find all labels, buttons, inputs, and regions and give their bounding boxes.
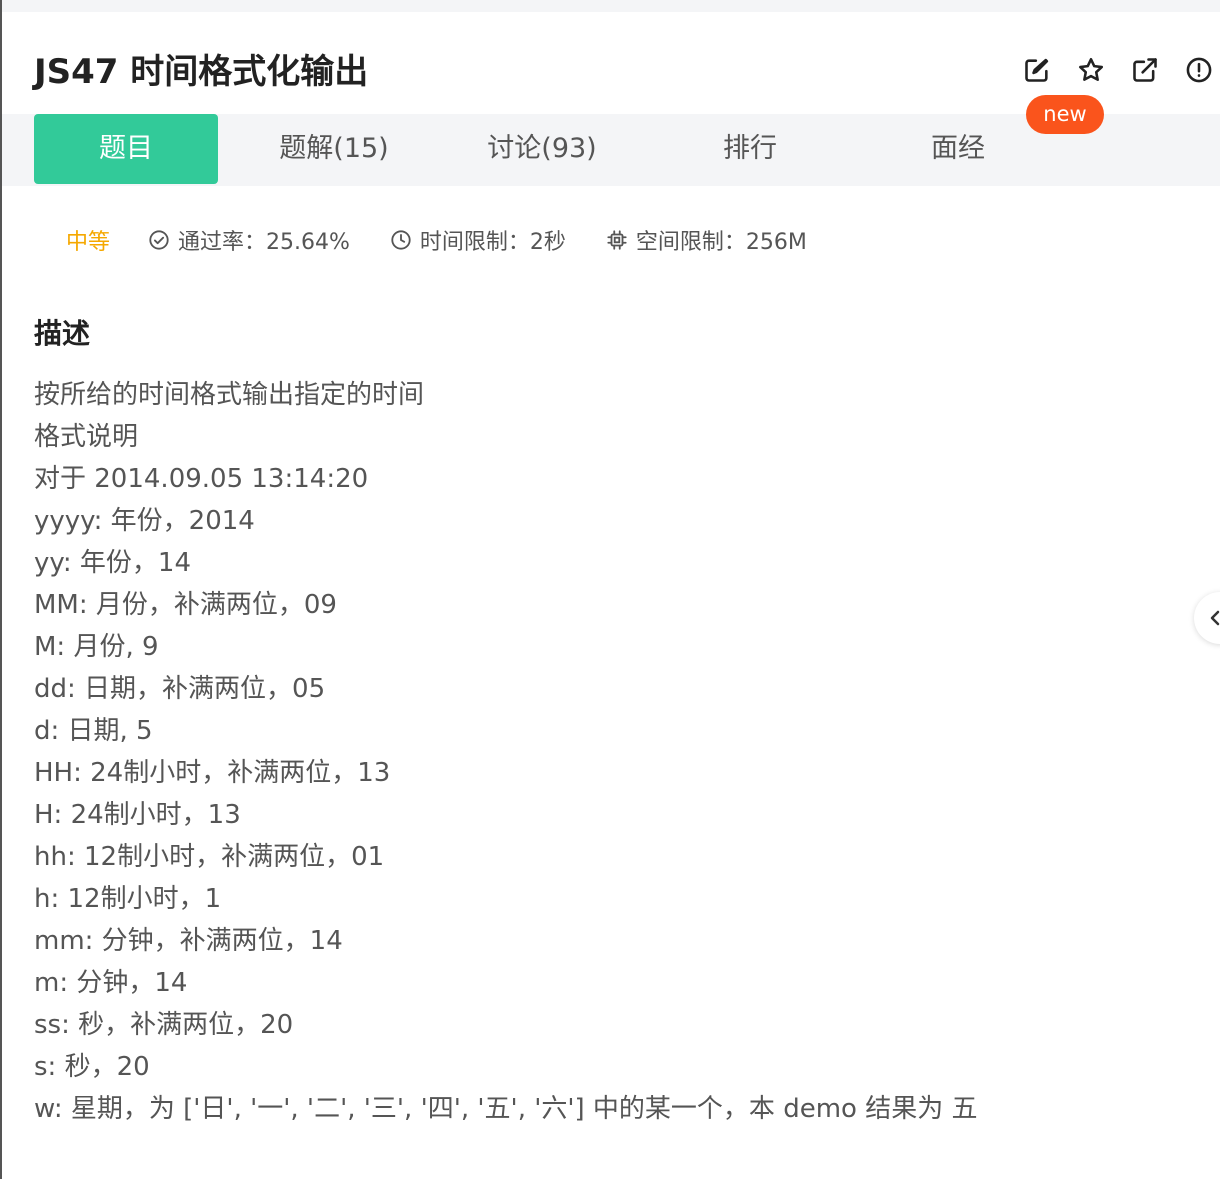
- description-line: yy: 年份，14: [34, 548, 191, 578]
- description-line: 按所给的时间格式输出指定的时间: [34, 380, 425, 410]
- difficulty-label: 中等: [66, 230, 111, 255]
- description-line: m: 分钟，14: [34, 968, 188, 998]
- description-line: HH: 24制小时，补满两位，13: [34, 758, 391, 788]
- description-line: H: 24制小时，13: [34, 800, 241, 830]
- description-line: 格式说明: [34, 422, 139, 452]
- problem-meta: 中等 通过率：25.64% 时间限制：2秒 空间限制：256M: [66, 222, 847, 258]
- description-line: dd: 日期，补满两位，05: [34, 674, 326, 704]
- time-limit-text: 时间限制：2秒: [419, 230, 566, 255]
- description-body: 按所给的时间格式输出指定的时间 格式说明 对于 2014.09.05 13:14…: [34, 374, 1184, 1130]
- new-badge: new: [1026, 95, 1104, 134]
- pass-rate: 通过率：25.64%: [148, 224, 350, 256]
- tab-interview[interactable]: 面经: [866, 114, 1050, 184]
- description-line: ss: 秒，补满两位，20: [34, 1010, 294, 1040]
- report-icon[interactable]: [1183, 54, 1215, 86]
- tab-discussion[interactable]: 讨论(93): [450, 114, 634, 184]
- description-heading: 描述: [34, 317, 91, 350]
- description-line: MM: 月份，补满两位，09: [34, 590, 337, 620]
- description-line: s: 秒，20: [34, 1052, 150, 1082]
- description-line: 对于 2014.09.05 13:14:20: [34, 464, 369, 494]
- clock-icon: [391, 230, 411, 250]
- memory-limit-text: 空间限制：256M: [635, 230, 807, 255]
- collapse-panel-handle[interactable]: [1194, 592, 1220, 644]
- chip-icon: [607, 230, 627, 250]
- chevron-left-icon: [1210, 610, 1220, 626]
- top-strip: [2, 0, 1220, 12]
- tab-problem[interactable]: 题目: [34, 114, 218, 184]
- tab-solutions[interactable]: 题解(15): [242, 114, 426, 184]
- problem-title: JS47 时间格式化输出: [34, 52, 369, 92]
- tab-ranking[interactable]: 排行: [658, 114, 842, 184]
- pass-rate-text: 通过率：25.64%: [178, 230, 350, 255]
- description-line: M: 月份, 9: [34, 632, 159, 662]
- time-limit: 时间限制：2秒: [390, 224, 566, 256]
- description-line: h: 12制小时，1: [34, 884, 222, 914]
- description-line: d: 日期, 5: [34, 716, 153, 746]
- check-circle-icon: [149, 230, 169, 250]
- memory-limit: 空间限制：256M: [606, 224, 807, 256]
- description-line: mm: 分钟，补满两位，14: [34, 926, 343, 956]
- star-icon[interactable]: [1075, 54, 1107, 86]
- description-line: hh: 12制小时，补满两位，01: [34, 842, 385, 872]
- external-link-icon[interactable]: [1129, 54, 1161, 86]
- edit-icon[interactable]: [1021, 54, 1053, 86]
- description-line: yyyy: 年份，2014: [34, 506, 255, 536]
- description-line: w: 星期，为 ['日', '一', '二', '三', '四', '五', '…: [34, 1094, 978, 1124]
